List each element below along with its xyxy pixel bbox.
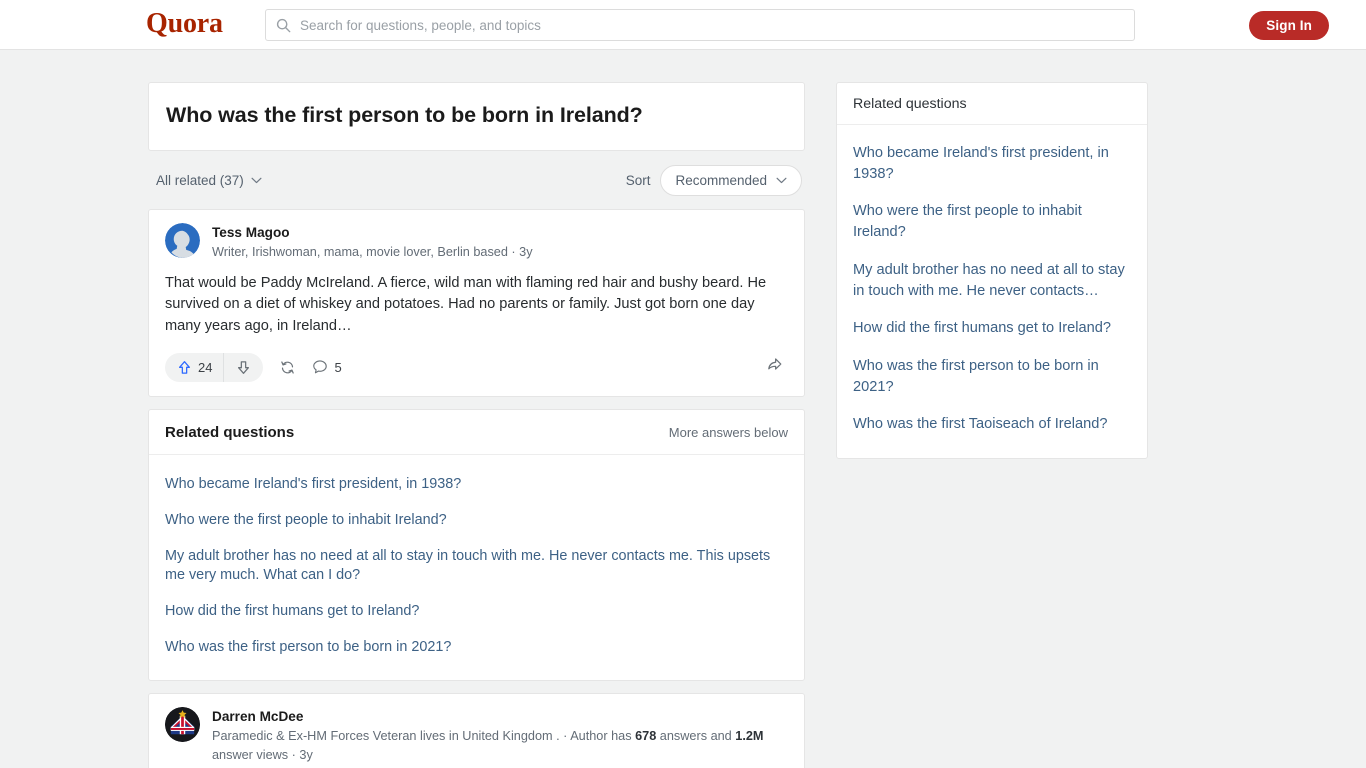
repost-button[interactable] [279, 359, 296, 376]
author-row: Darren McDee Paramedic & Ex-HM Forces Ve… [165, 706, 788, 765]
sidebar-column: Related questions Who became Ireland's f… [836, 82, 1148, 460]
avatar[interactable] [165, 706, 200, 742]
credential-view-count: 1.2M [735, 729, 764, 744]
related-questions-header: Related questions More answers below [149, 410, 804, 455]
author-name[interactable]: Darren McDee [212, 708, 788, 726]
credential-mid: answers and [656, 729, 736, 744]
filter-sort-bar: All related (37) Sort Recommended [148, 151, 805, 209]
credential-prefix: Paramedic & Ex-HM Forces Veteran lives i… [212, 729, 636, 744]
comment-count: 5 [334, 359, 342, 375]
vote-pill: 24 [165, 352, 264, 382]
sidebar-related-link[interactable]: Who was the first person to be born in 2… [853, 348, 1131, 406]
more-answers-below-label[interactable]: More answers below [669, 425, 788, 440]
sidebar-related-link[interactable]: My adult brother has no need at all to s… [853, 252, 1131, 310]
related-question-link[interactable]: Who was the first person to be born in 2… [165, 630, 788, 666]
related-questions-title: Related questions [165, 423, 295, 441]
quora-logo[interactable]: Quora [146, 8, 223, 40]
comment-button[interactable]: 5 [312, 359, 342, 375]
sidebar-related-link[interactable]: Who were the first people to inhabit Ire… [853, 193, 1131, 251]
upvote-count: 24 [198, 359, 213, 375]
sidebar-related-link[interactable]: How did the first humans get to Ireland? [853, 310, 1131, 348]
chevron-down-icon [251, 177, 262, 183]
author-row: Tess Magoo Writer, Irishwoman, mama, mov… [165, 222, 788, 262]
top-header: Quora Sign In [0, 0, 1366, 50]
sidebar-related-list: Who became Ireland's first president, in… [837, 125, 1147, 458]
upvote-button[interactable]: 24 [165, 352, 225, 382]
sign-in-button[interactable]: Sign In [1249, 11, 1329, 40]
credential-suffix: answer views · 3y [212, 748, 313, 763]
main-column: Who was the first person to be born in I… [148, 82, 805, 768]
share-button[interactable] [765, 355, 788, 379]
chevron-down-icon [776, 177, 787, 183]
credential-answer-count: 678 [635, 729, 657, 744]
author-name[interactable]: Tess Magoo [212, 224, 788, 242]
related-questions-inline-card: Related questions More answers below Who… [148, 408, 805, 681]
author-meta: Darren McDee Paramedic & Ex-HM Forces Ve… [212, 707, 788, 765]
all-related-label: All related (37) [156, 172, 244, 188]
author-meta: Tess Magoo Writer, Irishwoman, mama, mov… [212, 223, 788, 262]
avatar[interactable] [165, 222, 200, 258]
page-body: Who was the first person to be born in I… [0, 50, 1366, 768]
comment-bubble-icon [313, 360, 328, 374]
action-buttons-left: 24 5 [165, 352, 342, 382]
sort-label: Sort [625, 172, 651, 188]
related-question-link[interactable]: My adult brother has no need at all to s… [165, 539, 788, 594]
downvote-arrow-icon [238, 361, 250, 374]
question-title-card: Who was the first person to be born in I… [148, 82, 805, 151]
answer-action-bar: 24 5 [165, 349, 788, 390]
sidebar-related-link[interactable]: Who was the first Taoiseach of Ireland? [853, 406, 1131, 444]
downvote-button[interactable] [224, 353, 263, 382]
related-questions-list: Who became Ireland's first president, in… [149, 455, 804, 680]
answer-card: Tess Magoo Writer, Irishwoman, mama, mov… [148, 208, 805, 397]
author-credential: Paramedic & Ex-HM Forces Veteran lives i… [212, 727, 788, 765]
share-arrow-icon [768, 358, 782, 370]
sort-group: Sort Recommended [625, 164, 802, 196]
answer-card: Darren McDee Paramedic & Ex-HM Forces Ve… [148, 692, 805, 768]
search-icon [276, 18, 291, 32]
related-question-link[interactable]: Who were the first people to inhabit Ire… [165, 503, 788, 539]
author-credential: Writer, Irishwoman, mama, movie lover, B… [212, 244, 533, 259]
sort-value: Recommended [675, 172, 767, 188]
answer-paragraph: That would be Paddy McIreland. A fierce,… [165, 274, 767, 334]
related-question-link[interactable]: Who became Ireland's first president, in… [165, 467, 788, 503]
answer-body: That would be Paddy McIreland. A fierce,… [165, 273, 788, 337]
repost-icon [281, 361, 295, 374]
related-question-link[interactable]: How did the first humans get to Ireland? [165, 594, 788, 630]
search-input[interactable] [300, 17, 1124, 33]
all-related-dropdown[interactable]: All related (37) [156, 173, 262, 188]
sidebar-related-title: Related questions [837, 83, 1147, 125]
upvote-arrow-icon [178, 360, 191, 374]
sort-dropdown[interactable]: Recommended [660, 164, 802, 196]
search-bar[interactable] [265, 9, 1135, 41]
related-questions-sidebar-card: Related questions Who became Ireland's f… [836, 82, 1148, 460]
sidebar-related-link[interactable]: Who became Ireland's first president, in… [853, 135, 1131, 193]
page-title: Who was the first person to be born in I… [166, 103, 643, 127]
